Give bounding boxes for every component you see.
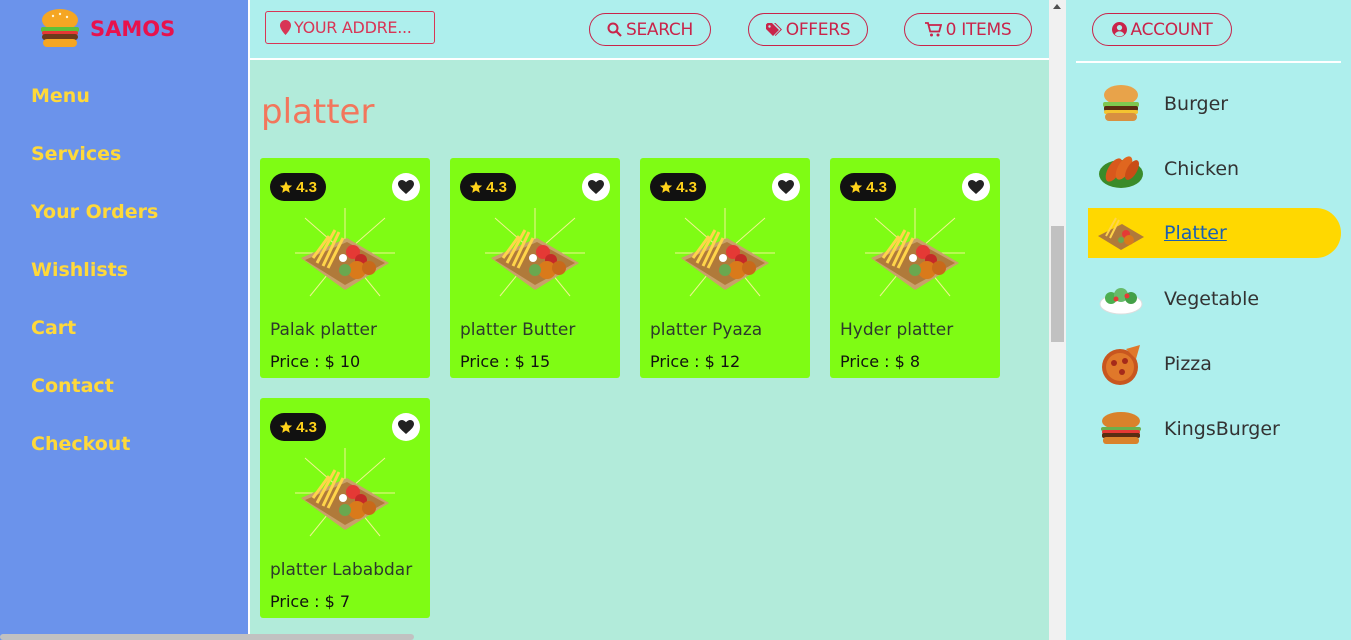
product-card[interactable]: 4.3 platter Lababdar Price : $ 7 <box>260 398 430 618</box>
platter-image <box>675 208 775 303</box>
account-button[interactable]: ACCOUNT <box>1092 13 1232 46</box>
burger-icon <box>1096 79 1146 129</box>
product-price: Price : $ 12 <box>650 352 741 371</box>
burger-logo-icon <box>38 8 82 50</box>
category-title: platter <box>261 92 375 132</box>
sidebar-item-wishlists[interactable]: Wishlists <box>31 259 128 281</box>
category-item-burger[interactable]: Burger <box>1088 79 1341 129</box>
rating-badge: 4.3 <box>270 173 326 201</box>
platter-icon <box>1096 208 1146 258</box>
rating-badge: 4.3 <box>840 173 896 201</box>
sidebar-item-cart[interactable]: Cart <box>31 317 76 339</box>
offers-button[interactable]: OFFERS <box>748 13 868 46</box>
map-pin-icon <box>280 20 291 35</box>
category-item-vegetable[interactable]: Vegetable <box>1088 274 1341 324</box>
account-label: ACCOUNT <box>1130 19 1213 40</box>
category-label: Burger <box>1164 93 1229 115</box>
product-price: Price : $ 7 <box>270 592 351 611</box>
sidebar-item-checkout[interactable]: Checkout <box>31 433 130 455</box>
category-label: Chicken <box>1164 158 1240 180</box>
chicken-icon <box>1096 144 1146 194</box>
search-button[interactable]: SEARCH <box>589 13 711 46</box>
rating-badge: 4.3 <box>650 173 706 201</box>
rating-value: 4.3 <box>296 178 317 196</box>
cart-label: 0 ITEMS <box>945 19 1012 40</box>
address-input[interactable]: YOUR ADDRE... <box>265 11 435 44</box>
product-name: platter Pyaza <box>650 320 763 340</box>
wishlist-heart-icon[interactable] <box>962 173 990 201</box>
salad-icon <box>1096 274 1146 324</box>
top-bar: YOUR ADDRE... SEARCH OFFERS 0 ITEMS <box>250 0 1049 60</box>
tags-icon <box>765 22 782 36</box>
product-price: Price : $ 10 <box>270 352 361 371</box>
category-label: Pizza <box>1164 353 1212 375</box>
rating-value: 4.3 <box>486 178 507 196</box>
product-price: Price : $ 15 <box>460 352 551 371</box>
platter-image <box>485 208 585 303</box>
category-item-pizza[interactable]: Pizza <box>1088 339 1341 389</box>
category-label: Platter <box>1164 222 1227 244</box>
wishlist-heart-icon[interactable] <box>582 173 610 201</box>
product-card[interactable]: 4.3 platter Butter Price : $ 15 <box>450 158 620 378</box>
product-name: Hyder platter <box>840 320 954 340</box>
sidebar-item-your-orders[interactable]: Your Orders <box>31 201 158 223</box>
rating-value: 4.3 <box>676 178 697 196</box>
search-icon <box>607 22 622 37</box>
rating-value: 4.3 <box>866 178 887 196</box>
sidebar-item-services[interactable]: Services <box>31 143 121 165</box>
sidebar-item-menu[interactable]: Menu <box>31 85 90 107</box>
scroll-up-arrow-icon[interactable] <box>1053 4 1061 9</box>
rating-value: 4.3 <box>296 418 317 436</box>
category-panel: ACCOUNT Burger Chicken Platter Vegetable… <box>1066 0 1351 640</box>
wishlist-heart-icon[interactable] <box>772 173 800 201</box>
category-label: Vegetable <box>1164 288 1260 310</box>
rating-badge: 4.3 <box>460 173 516 201</box>
brand[interactable]: SAMOS <box>38 8 175 50</box>
star-icon <box>659 181 673 193</box>
pizza-icon <box>1096 339 1146 389</box>
rating-badge: 4.3 <box>270 413 326 441</box>
platter-image <box>865 208 965 303</box>
user-circle-icon <box>1111 22 1127 37</box>
category-item-platter[interactable]: Platter <box>1088 208 1341 258</box>
cart-icon <box>924 22 942 37</box>
product-card[interactable]: 4.3 Palak platter Price : $ 10 <box>260 158 430 378</box>
star-icon <box>279 181 293 193</box>
search-label: SEARCH <box>626 19 693 40</box>
product-card[interactable]: 4.3 Hyder platter Price : $ 8 <box>830 158 1000 378</box>
panel-divider <box>1076 61 1341 63</box>
category-item-chicken[interactable]: Chicken <box>1088 144 1341 194</box>
vertical-scrollbar[interactable] <box>1049 0 1066 640</box>
category-label: KingsBurger <box>1164 418 1280 440</box>
product-name: platter Butter <box>460 320 576 340</box>
sidebar-divider <box>248 0 250 640</box>
star-icon <box>849 181 863 193</box>
platter-image <box>295 448 395 543</box>
offers-label: OFFERS <box>785 19 851 40</box>
vertical-scrollbar-thumb[interactable] <box>1051 226 1064 342</box>
left-sidebar: SAMOS Menu Services Your Orders Wishlist… <box>0 0 248 640</box>
cart-button[interactable]: 0 ITEMS <box>904 13 1032 46</box>
product-name: platter Lababdar <box>270 560 413 580</box>
product-price: Price : $ 8 <box>840 352 921 371</box>
star-icon <box>469 181 483 193</box>
wishlist-heart-icon[interactable] <box>392 173 420 201</box>
category-item-kingsburger[interactable]: KingsBurger <box>1088 404 1341 454</box>
brand-name: SAMOS <box>90 17 176 41</box>
horizontal-scrollbar-thumb[interactable] <box>0 634 414 640</box>
burger-icon <box>1096 404 1146 454</box>
platter-image <box>295 208 395 303</box>
sidebar-item-contact[interactable]: Contact <box>31 375 114 397</box>
star-icon <box>279 421 293 433</box>
product-name: Palak platter <box>270 320 378 340</box>
product-card[interactable]: 4.3 platter Pyaza Price : $ 12 <box>640 158 810 378</box>
address-placeholder: YOUR ADDRE... <box>294 18 412 37</box>
wishlist-heart-icon[interactable] <box>392 413 420 441</box>
